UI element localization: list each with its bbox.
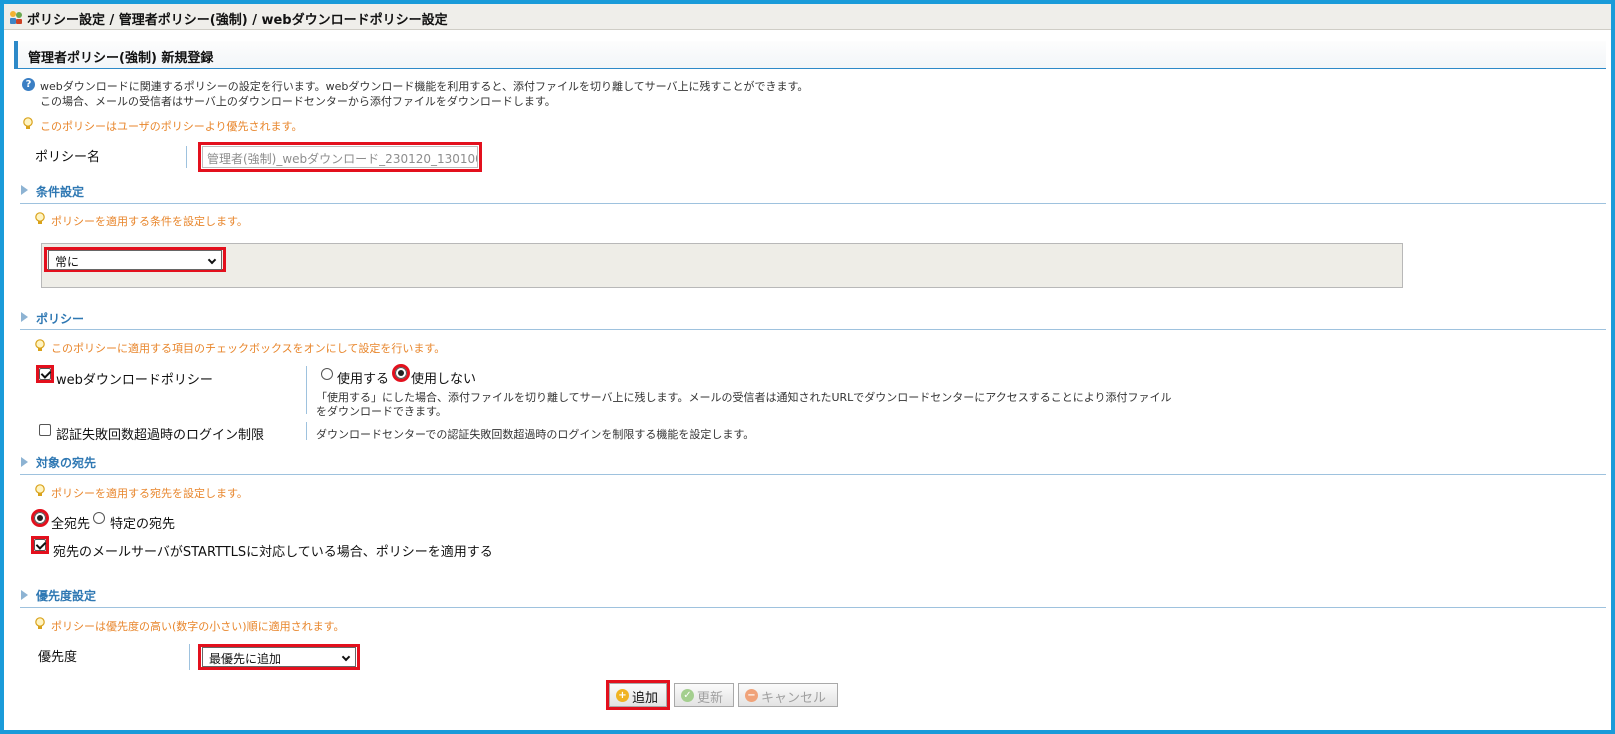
- radio-specific-recipients[interactable]: [93, 512, 105, 524]
- web-download-policy-label[interactable]: webダウンロードポリシー: [56, 369, 213, 388]
- policy-heading[interactable]: ポリシー: [36, 310, 84, 327]
- update-button-label: 更新: [697, 691, 724, 706]
- radio-specific-recipients-label[interactable]: 特定の宛先: [110, 513, 175, 532]
- radio-all-recipients-label[interactable]: 全宛先: [51, 513, 90, 532]
- add-button-label: 追加: [632, 691, 659, 706]
- radio-not-use-label[interactable]: 使用しない: [411, 368, 476, 387]
- update-button[interactable]: ✓ 更新: [674, 683, 734, 707]
- chevron-down-icon: [207, 255, 217, 265]
- description-line-2: この場合、メールの受信者はサーバ上のダウンロードセンターから添付ファイルをダウン…: [40, 95, 556, 108]
- starttls-checkbox[interactable]: [34, 539, 46, 551]
- title-bar: ポリシー設定 / 管理者ポリシー(強制) / webダウンロードポリシー設定: [4, 4, 1611, 30]
- app-frame: ポリシー設定 / 管理者ポリシー(強制) / webダウンロードポリシー設定 管…: [0, 0, 1615, 734]
- conditions-heading[interactable]: 条件設定: [36, 183, 84, 200]
- expand-arrow-icon: [21, 312, 28, 322]
- page-title: 管理者ポリシー(強制) 新規登録: [28, 51, 214, 66]
- lightbulb-icon: [35, 339, 45, 351]
- divider: [20, 203, 1606, 204]
- policy-tip: このポリシーに適用する項目のチェックボックスをオンにして設定を行います。: [51, 342, 446, 355]
- starttls-label[interactable]: 宛先のメールサーバがSTARTTLSに対応している場合、ポリシーを適用する: [53, 541, 493, 560]
- login-limit-note: ダウンロードセンターでの認証失敗回数超過時のログインを制限する機能を設定します。: [316, 428, 755, 441]
- description-line-1: webダウンロードに関連するポリシーの設定を行います。webダウンロード機能を利…: [40, 80, 809, 93]
- lightbulb-icon: [35, 212, 45, 224]
- section-header: 管理者ポリシー(強制) 新規登録: [14, 41, 1606, 69]
- condition-select[interactable]: 常に: [48, 250, 222, 270]
- priority-select-value: 最優先に追加: [209, 652, 282, 666]
- condition-select-value: 常に: [55, 255, 80, 269]
- radio-use[interactable]: [321, 368, 333, 380]
- chevron-down-icon: [341, 652, 351, 662]
- login-limit-label[interactable]: 認証失敗回数超過時のログイン制限: [56, 424, 264, 443]
- radio-not-use[interactable]: [395, 367, 407, 379]
- breadcrumb: ポリシー設定 / 管理者ポリシー(強制) / webダウンロードポリシー設定: [27, 13, 448, 28]
- priority-heading[interactable]: 優先度設定: [36, 587, 96, 604]
- web-download-note-line-2: をダウンロードできます。: [316, 405, 447, 418]
- lightbulb-icon: [23, 117, 33, 129]
- radio-all-recipients[interactable]: [34, 512, 46, 524]
- policy-name-input[interactable]: 管理者(強制)_webダウンロード_230120_130100: [202, 146, 478, 168]
- web-download-policy-checkbox[interactable]: [39, 368, 51, 380]
- divider: [189, 644, 190, 670]
- recipients-heading[interactable]: 対象の宛先: [36, 454, 96, 471]
- cancel-button-label: キャンセル: [761, 691, 827, 706]
- help-icon: ?: [22, 78, 35, 91]
- divider: [20, 607, 1606, 608]
- divider: [20, 474, 1606, 475]
- check-circle-icon: ✓: [681, 689, 694, 702]
- login-limit-checkbox[interactable]: [39, 424, 51, 436]
- radio-use-label[interactable]: 使用する: [337, 368, 389, 387]
- divider: [186, 146, 187, 168]
- minus-circle-icon: −: [745, 689, 758, 702]
- add-button[interactable]: + 追加: [609, 683, 667, 707]
- divider: [306, 422, 307, 440]
- priority-label: 優先度: [38, 650, 78, 665]
- expand-arrow-icon: [21, 590, 28, 600]
- expand-arrow-icon: [21, 457, 28, 467]
- conditions-panel: [41, 243, 1403, 288]
- policy-name-label: ポリシー名: [35, 150, 101, 165]
- policy-users-icon: [10, 11, 22, 24]
- override-tip: このポリシーはユーザのポリシーより優先されます。: [40, 120, 303, 133]
- lightbulb-icon: [35, 484, 45, 496]
- divider: [306, 366, 307, 414]
- lightbulb-icon: [35, 617, 45, 629]
- cancel-button[interactable]: − キャンセル: [738, 683, 838, 707]
- divider: [20, 329, 1606, 330]
- conditions-tip: ポリシーを適用する条件を設定します。: [51, 215, 248, 228]
- expand-arrow-icon: [21, 185, 28, 195]
- priority-tip: ポリシーは優先度の高い(数字の小さい)順に適用されます。: [51, 620, 345, 633]
- priority-select[interactable]: 最優先に追加: [202, 647, 356, 667]
- plus-circle-icon: +: [616, 689, 629, 702]
- recipients-tip: ポリシーを適用する宛先を設定します。: [51, 487, 248, 500]
